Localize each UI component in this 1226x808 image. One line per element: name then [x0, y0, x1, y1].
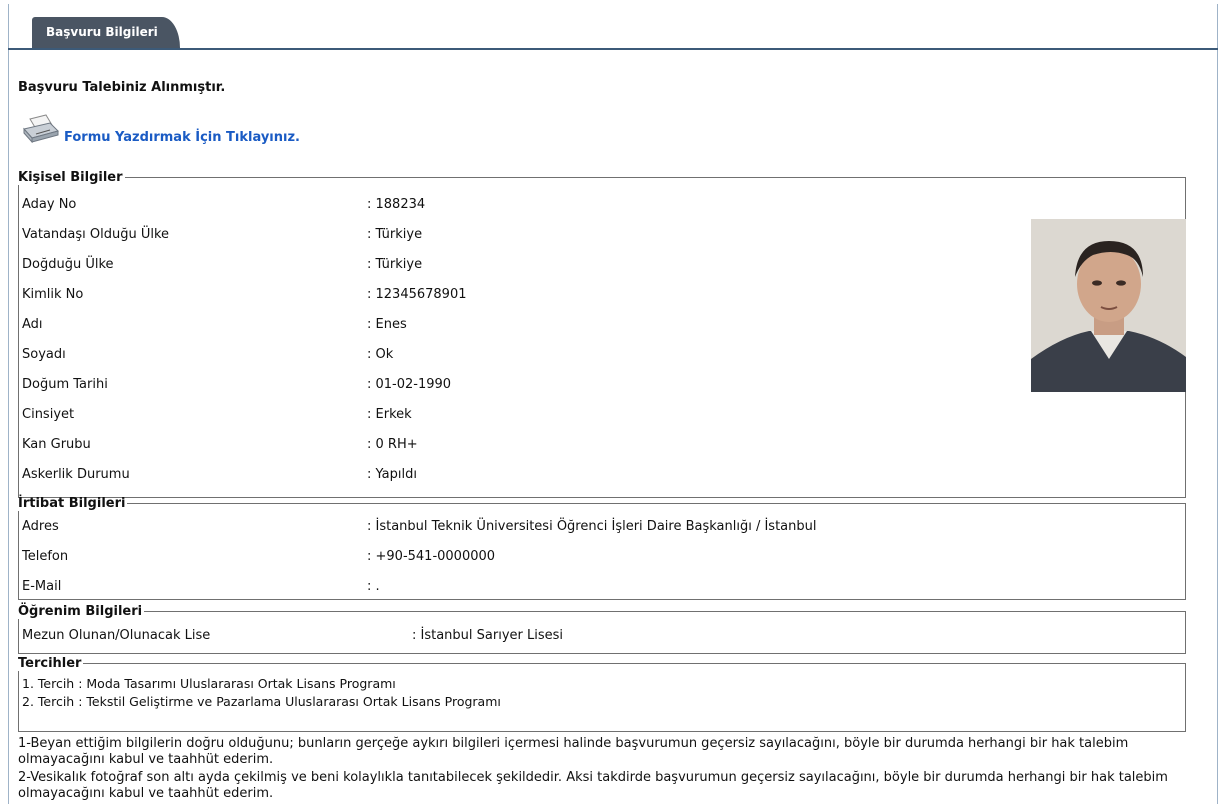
education-row-label: Mezun Olunan/Olunacak Lise [22, 628, 211, 643]
contact-info-legend: İrtibat Bilgileri [18, 496, 126, 511]
personal-info-label: Cinsiyet [22, 407, 75, 422]
preference-item-2: 2. Tercih : Tekstil Geliştirme ve Pazarl… [22, 694, 501, 709]
personal-info-value: : 12345678901 [367, 287, 467, 302]
personal-info-row: Aday No : 188234 [22, 193, 982, 217]
preferences-legend: Tercihler [18, 656, 82, 671]
personal-info-row: Doğduğu Ülke : Türkiye [22, 253, 982, 277]
personal-info-label: Adı [22, 317, 43, 332]
personal-info-label: Kan Grubu [22, 437, 91, 452]
personal-info-value: : 0 RH+ [367, 437, 418, 452]
print-form-link-text[interactable]: Formu Yazdırmak İçin Tıklayınız. [64, 130, 300, 145]
declaration-1: 1-Beyan ettiğim bilgilerin doğru olduğun… [18, 736, 1129, 767]
personal-info-label: Doğum Tarihi [22, 377, 108, 392]
contact-info-label: E-Mail [22, 579, 62, 594]
declaration-2: 2-Vesikalık fotoğraf son altı ayda çekil… [18, 770, 1168, 801]
personal-info-label: Doğduğu Ülke [22, 257, 114, 272]
personal-info-value: : Türkiye [367, 257, 423, 272]
personal-info-value: : 188234 [367, 197, 426, 212]
personal-info-legend: Kişisel Bilgiler [18, 170, 123, 185]
personal-info-row: Cinsiyet : Erkek [22, 403, 982, 427]
personal-info-row: Doğum Tarihi : 01-02-1990 [22, 373, 982, 397]
confirmation-message: Başvuru Talebiniz Alınmıştır. [18, 80, 226, 95]
contact-info-row: Adres : İstanbul Teknik Üniversitesi Öğre… [22, 515, 1172, 539]
personal-info-row: Askerlik Durumu : Yapıldı [22, 463, 982, 487]
contact-info-value: : İstanbul Teknik Üniversitesi Öğrenci İ… [367, 519, 817, 534]
contact-info-value: : . [367, 579, 380, 594]
education-info-legend: Öğrenim Bilgileri [18, 604, 143, 619]
education-row-value: : İstanbul Sarıyer Lisesi [412, 628, 564, 643]
personal-info-label: Aday No [22, 197, 77, 212]
contact-info-value: : +90-541-0000000 [367, 549, 496, 564]
personal-info-value: : Ok [367, 347, 394, 362]
personal-info-row: Kan Grubu : 0 RH+ [22, 433, 982, 457]
print-form-link[interactable]: Formu Yazdırmak İçin Tıklayınız. [20, 113, 300, 147]
personal-info-label: Kimlik No [22, 287, 84, 302]
personal-info-row: Vatandaşı Olduğu Ülke : Türkiye [22, 223, 982, 247]
personal-info-row: Soyadı : Ok [22, 343, 982, 367]
personal-info-label: Askerlik Durumu [22, 467, 130, 482]
education-row: Mezun Olunan/Olunacak Lise : İstanbul Sa… [22, 624, 922, 648]
tab-bar: Başvuru Bilgileri [8, 14, 1218, 50]
personal-info-value: : 01-02-1990 [367, 377, 452, 392]
contact-info-label: Telefon [22, 549, 69, 564]
personal-info-label: Vatandaşı Olduğu Ülke [22, 227, 170, 242]
printer-icon[interactable] [20, 113, 62, 147]
applicant-photo [1031, 219, 1186, 392]
contact-info-row: E-Mail : . [22, 575, 1172, 599]
personal-info-label: Soyadı [22, 347, 66, 362]
personal-info-row: Adı : Enes [22, 313, 982, 337]
tab-basvuru-bilgileri[interactable]: Başvuru Bilgileri [32, 17, 180, 48]
personal-info-value: : Yapıldı [367, 467, 417, 482]
personal-info-value: : Türkiye [367, 227, 423, 242]
preference-item-1: 1. Tercih : Moda Tasarımı Uluslararası O… [22, 676, 396, 691]
personal-info-row: Kimlik No : 12345678901 [22, 283, 982, 307]
personal-info-value: : Erkek [367, 407, 412, 422]
personal-info-value: : Enes [367, 317, 407, 332]
contact-info-row: Telefon : +90-541-0000000 [22, 545, 1172, 569]
contact-info-label: Adres [22, 519, 59, 534]
